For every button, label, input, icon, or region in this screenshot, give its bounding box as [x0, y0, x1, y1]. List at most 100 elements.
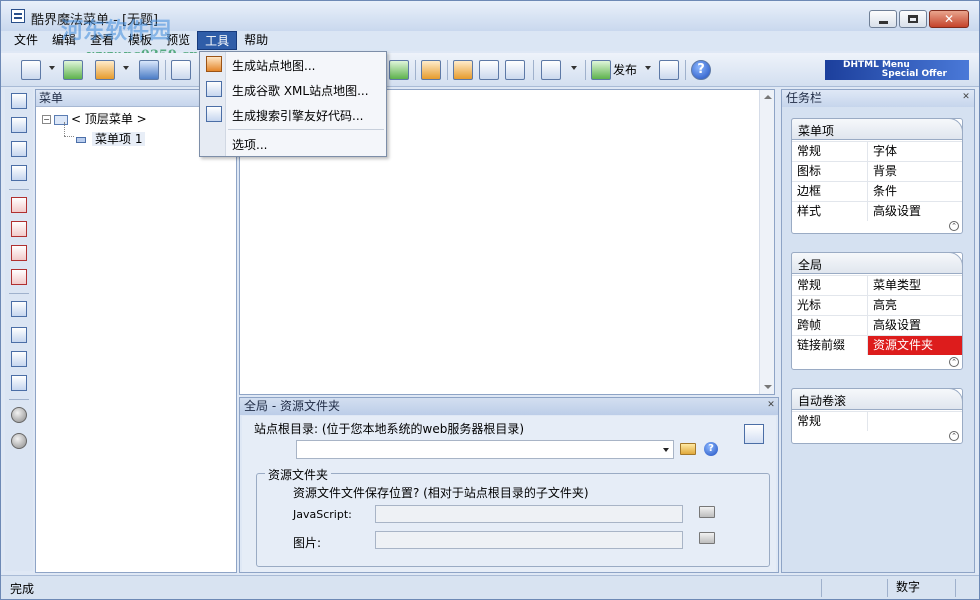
- section-row: 常规 字体: [792, 141, 962, 161]
- document-icon[interactable]: [744, 424, 764, 444]
- menu-file[interactable]: 文件: [7, 31, 45, 50]
- menu-generate-sitemap[interactable]: 生成站点地图...: [200, 52, 386, 76]
- browse-folder-icon[interactable]: [699, 532, 715, 544]
- task-link[interactable]: 字体: [867, 142, 962, 161]
- task-link[interactable]: [867, 412, 962, 431]
- site-root-combo[interactable]: [296, 440, 674, 459]
- task-link[interactable]: 高级设置: [867, 316, 962, 335]
- new-dropdown-arrow-icon[interactable]: [49, 66, 55, 70]
- site-map-icon[interactable]: [453, 60, 473, 80]
- tree-root-node[interactable]: − < 顶层菜单 >: [42, 110, 147, 127]
- menu-generate-seo-code[interactable]: 生成搜索引擎友好代码...: [200, 102, 386, 126]
- preview-icon[interactable]: [541, 60, 561, 80]
- sub-separator-icon[interactable]: [11, 245, 27, 261]
- menu-generate-xml-sitemap[interactable]: 生成谷歌 XML站点地图...: [200, 77, 386, 101]
- section-title[interactable]: 全局: [791, 252, 963, 274]
- new-file-icon[interactable]: [21, 60, 41, 80]
- wizard-icon[interactable]: [63, 60, 83, 80]
- section-title[interactable]: 菜单项: [791, 118, 963, 140]
- properties-header: 全局 - 资源文件夹: [240, 398, 778, 415]
- help-icon[interactable]: ?: [691, 60, 711, 80]
- task-pane-header: 任务栏: [782, 90, 974, 107]
- tree-child-node[interactable]: 菜单项 1: [76, 130, 146, 147]
- cut-icon[interactable]: [11, 327, 27, 343]
- javascript-field[interactable]: [375, 505, 683, 523]
- publish-button[interactable]: 发布: [613, 61, 637, 78]
- collapse-section-icon[interactable]: ⌃: [949, 357, 959, 367]
- help-icon[interactable]: ?: [704, 442, 718, 456]
- section-title[interactable]: 自动卷滚: [791, 388, 963, 410]
- add-submenu-icon[interactable]: [11, 117, 27, 133]
- undo-icon[interactable]: [171, 60, 191, 80]
- editor-scrollbar[interactable]: [759, 90, 774, 394]
- edit-list-icon[interactable]: [421, 60, 441, 80]
- task-link[interactable]: 跨帧: [792, 316, 867, 335]
- collapse-section-icon[interactable]: ⌃: [949, 431, 959, 441]
- seo-code-icon[interactable]: [505, 60, 525, 80]
- menu-item-label: 选项...: [232, 138, 268, 152]
- menu-help[interactable]: 帮助: [237, 31, 275, 50]
- task-link[interactable]: 菜单类型: [867, 276, 962, 295]
- save-icon[interactable]: [139, 60, 159, 80]
- move-up-icon[interactable]: [11, 407, 27, 423]
- task-link[interactable]: 边框: [792, 182, 867, 201]
- status-grip[interactable]: [955, 579, 977, 597]
- section-grid: 常规 菜单类型 光标 高亮 跨帧 高级设置 链接前缀 资源文件夹: [792, 275, 962, 355]
- task-link[interactable]: 光标: [792, 296, 867, 315]
- special-offer-banner[interactable]: DHTML Menu Special Offer: [825, 60, 969, 80]
- task-link[interactable]: 常规: [792, 412, 867, 431]
- paste-icon[interactable]: [11, 375, 27, 391]
- delete-icon[interactable]: [11, 301, 27, 317]
- vertical-separator-icon[interactable]: [11, 269, 27, 285]
- task-link-selected[interactable]: 资源文件夹: [867, 336, 962, 355]
- scroll-up-icon[interactable]: [764, 95, 772, 99]
- move-down-icon[interactable]: [11, 433, 27, 449]
- copy-icon[interactable]: [11, 351, 27, 367]
- browse-folder-icon[interactable]: [680, 443, 696, 455]
- toolbar-separator: [533, 60, 534, 80]
- menu-item-label: 生成站点地图...: [232, 59, 316, 73]
- properties-close-icon[interactable]: ✕: [766, 401, 776, 411]
- home-icon[interactable]: [659, 60, 679, 80]
- task-pane-close-icon[interactable]: ✕: [961, 93, 971, 103]
- publish-icon[interactable]: [591, 60, 611, 80]
- open-dropdown-arrow-icon[interactable]: [123, 66, 129, 70]
- toolbar-separator: [165, 60, 166, 80]
- chevron-down-icon[interactable]: [663, 448, 669, 452]
- publish-dropdown-arrow-icon[interactable]: [645, 66, 651, 70]
- menu-tools[interactable]: 工具: [197, 31, 238, 50]
- add-child-icon[interactable]: [11, 165, 27, 181]
- add-top-menu-icon[interactable]: [11, 93, 27, 109]
- task-link[interactable]: 高亮: [867, 296, 962, 315]
- xml-sitemap-icon[interactable]: [479, 60, 499, 80]
- preview-dropdown-arrow-icon[interactable]: [571, 66, 577, 70]
- collapse-section-icon[interactable]: ⌃: [949, 221, 959, 231]
- task-link[interactable]: 图标: [792, 162, 867, 181]
- open-folder-icon[interactable]: [95, 60, 115, 80]
- refresh-icon[interactable]: [389, 60, 409, 80]
- close-button[interactable]: ✕: [929, 10, 969, 28]
- collapse-icon[interactable]: −: [42, 115, 51, 124]
- add-item-icon[interactable]: [11, 141, 27, 157]
- spacer-item-icon[interactable]: [11, 221, 27, 237]
- task-link[interactable]: 常规: [792, 276, 867, 295]
- menu-item-label: 生成谷歌 XML站点地图...: [232, 84, 369, 98]
- section-grid: 常规 字体 图标 背景 边框 条件 样式 高级设置: [792, 141, 962, 221]
- browse-folder-icon[interactable]: [699, 506, 715, 518]
- menu-options[interactable]: 选项...: [200, 131, 386, 155]
- section-row: 光标 高亮: [792, 295, 962, 315]
- task-link[interactable]: 样式: [792, 202, 867, 221]
- tree-child-label: 菜单项 1: [92, 132, 146, 146]
- scroll-down-icon[interactable]: [764, 385, 772, 389]
- task-link[interactable]: 链接前缀: [792, 336, 867, 355]
- task-link[interactable]: 背景: [867, 162, 962, 181]
- image-field[interactable]: [375, 531, 683, 549]
- separator-item-icon[interactable]: [11, 197, 27, 213]
- task-link[interactable]: 高级设置: [867, 202, 962, 221]
- maximize-button[interactable]: [899, 10, 927, 28]
- task-link[interactable]: 条件: [867, 182, 962, 201]
- minimize-button[interactable]: [869, 10, 897, 28]
- task-link[interactable]: 常规: [792, 142, 867, 161]
- tree-connector: [64, 136, 74, 137]
- section-menu-item: 菜单项 常规 字体 图标 背景 边框 条件 样式 高级设置 ⌃: [791, 118, 963, 234]
